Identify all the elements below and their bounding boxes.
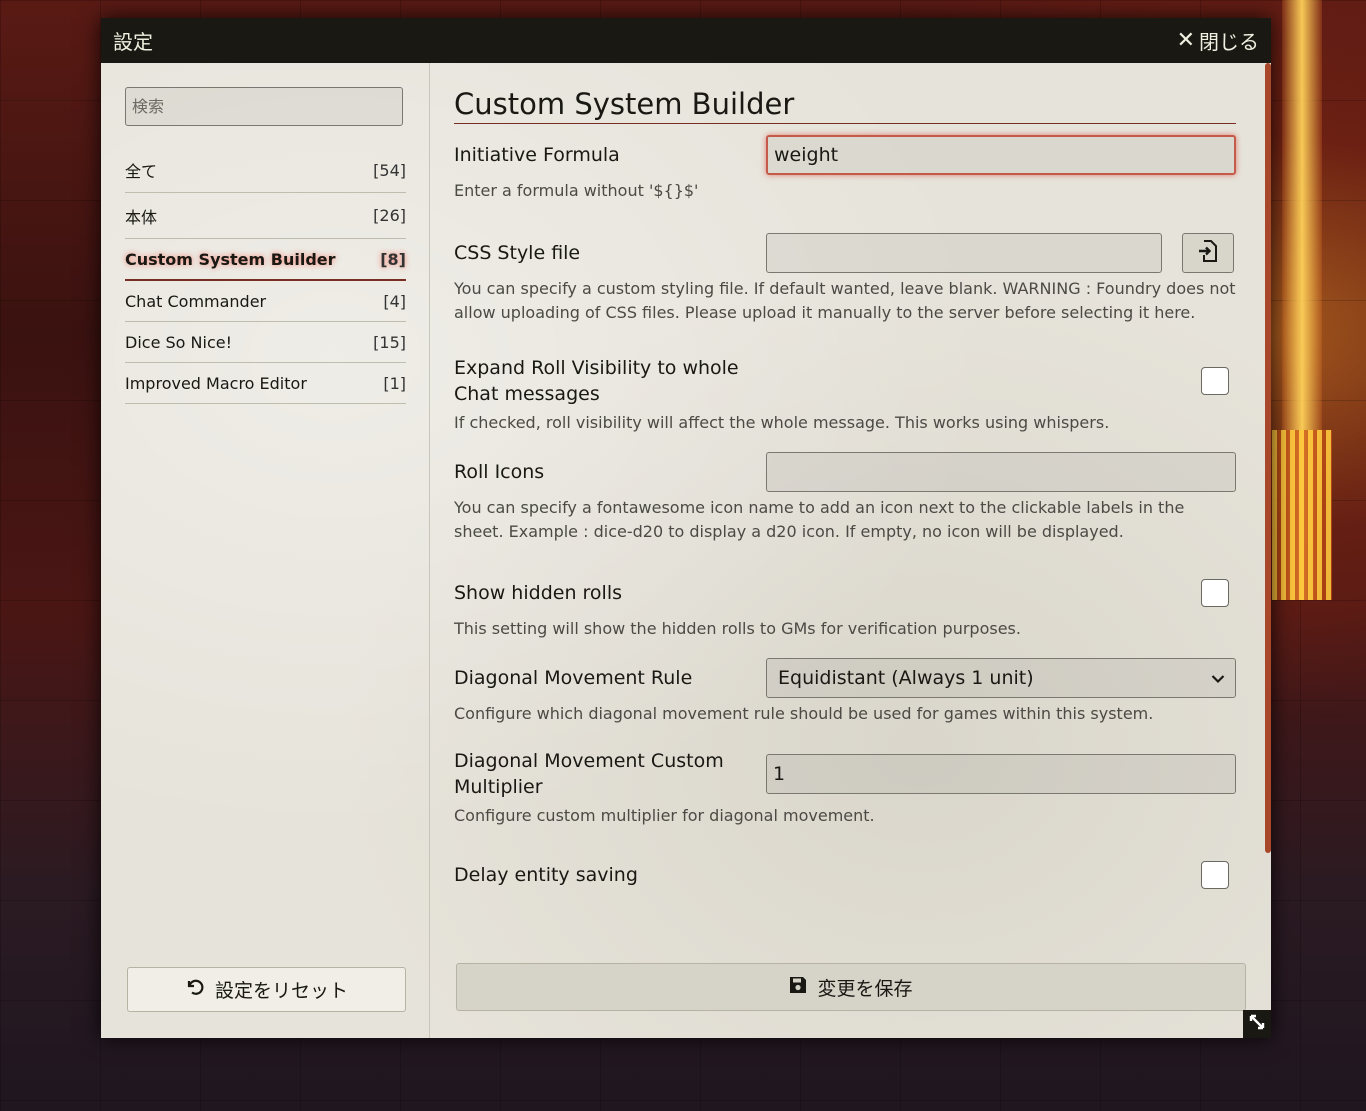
settings-panel: Custom System Builder Initiative Formula… <box>430 63 1271 1038</box>
css-file-input[interactable] <box>766 233 1162 273</box>
resize-handle[interactable] <box>1243 1010 1271 1038</box>
setting-hidden-rolls: Show hidden rolls <box>454 579 1236 607</box>
section-title: Custom System Builder <box>454 87 1236 124</box>
category-count: [4] <box>383 291 406 311</box>
category-chat-commander[interactable]: Chat Commander [4] <box>125 281 406 322</box>
category-label: Dice So Nice! <box>125 332 232 352</box>
setting-hint: Enter a formula without '${}$' <box>454 181 699 200</box>
reset-settings-button[interactable]: 設定をリセット <box>127 967 406 1012</box>
diagonal-rule-select[interactable]: Equidistant (Always 1 unit) <box>766 658 1236 698</box>
category-list: 全て [54] 本体 [26] Custom System Builder [8… <box>125 148 406 404</box>
category-dice-so-nice[interactable]: Dice So Nice! [15] <box>125 322 406 363</box>
file-import-icon <box>1198 240 1218 266</box>
setting-label: Diagonal Movement Custom Multiplier <box>454 750 724 798</box>
setting-label: Roll Icons <box>454 461 545 483</box>
initiative-formula-input[interactable] <box>766 135 1236 175</box>
settings-window: 設定 ✕ 閉じる 全て [54] 本体 [26] Custom System B… <box>101 18 1271 1038</box>
diagonal-multiplier-input[interactable] <box>766 754 1236 794</box>
setting-label: Diagonal Movement Rule <box>454 667 693 689</box>
chevron-down-icon <box>1211 667 1225 689</box>
setting-label: Expand Roll Visibility to whole Chat mes… <box>454 357 739 405</box>
hidden-rolls-checkbox[interactable] <box>1201 579 1229 607</box>
setting-hint: You can specify a fontawesome icon name … <box>454 498 1185 541</box>
setting-hint: Configure custom multiplier for diagonal… <box>454 806 875 825</box>
roll-icons-input[interactable] <box>766 452 1236 492</box>
category-all[interactable]: 全て [54] <box>125 148 406 193</box>
sidebar: 全て [54] 本体 [26] Custom System Builder [8… <box>101 63 430 1038</box>
reset-label: 設定をリセット <box>214 980 348 1002</box>
background-lava-glow <box>1272 430 1332 600</box>
setting-expand-roll: Expand Roll Visibility to whole Chat mes… <box>454 355 1236 407</box>
window-titlebar[interactable]: 設定 ✕ 閉じる <box>101 18 1271 63</box>
select-value: Equidistant (Always 1 unit) <box>778 667 1034 689</box>
setting-label: Show hidden rolls <box>454 582 622 604</box>
setting-label: CSS Style file <box>454 242 581 264</box>
category-label: 本体 <box>125 207 158 227</box>
save-changes-button[interactable]: 変更を保存 <box>456 963 1246 1011</box>
setting-hint: This setting will show the hidden rolls … <box>454 619 1021 638</box>
window-title: 設定 <box>113 30 153 54</box>
setting-label: Delay entity saving <box>454 864 638 886</box>
setting-css: CSS Style file <box>454 233 1236 273</box>
window-content: 全て [54] 本体 [26] Custom System Builder [8… <box>101 63 1271 1038</box>
file-picker-button[interactable] <box>1182 233 1234 273</box>
category-count: [8] <box>380 249 406 269</box>
setting-diagonal-rule: Diagonal Movement Rule Equidistant (Alwa… <box>454 658 1236 698</box>
category-label: 全て <box>125 162 158 181</box>
undo-icon <box>185 977 205 1002</box>
setting-hint: If checked, roll visibility will affect … <box>454 413 1110 432</box>
category-count: [54] <box>373 160 406 180</box>
category-label: Improved Macro Editor <box>125 373 307 393</box>
setting-delay-saving: Delay entity saving <box>454 860 1236 890</box>
save-label: 変更を保存 <box>817 977 913 1000</box>
setting-diagonal-multiplier: Diagonal Movement Custom Multiplier <box>454 748 1236 800</box>
floppy-disk-icon <box>789 976 807 999</box>
category-custom-system-builder[interactable]: Custom System Builder [8] <box>125 239 406 281</box>
category-label: Custom System Builder <box>125 249 336 269</box>
setting-hint: You can specify a custom styling file. I… <box>454 279 1236 322</box>
close-label: 閉じる <box>1199 30 1259 54</box>
setting-label: Initiative Formula <box>454 144 620 166</box>
delay-saving-checkbox[interactable] <box>1201 861 1229 889</box>
setting-roll-icons: Roll Icons <box>454 452 1236 492</box>
category-improved-macro-editor[interactable]: Improved Macro Editor [1] <box>125 363 406 404</box>
scrollbar[interactable] <box>1265 63 1271 853</box>
category-label: Chat Commander <box>125 291 267 311</box>
category-count: [15] <box>373 332 406 352</box>
setting-initiative: Initiative Formula <box>454 135 1236 175</box>
category-count: [26] <box>373 206 406 225</box>
resize-icon <box>1249 1014 1265 1034</box>
category-core[interactable]: 本体 [26] <box>125 193 406 239</box>
category-count: [1] <box>383 373 406 393</box>
expand-roll-checkbox[interactable] <box>1201 367 1229 395</box>
search-input[interactable] <box>125 87 403 126</box>
close-button[interactable]: ✕ 閉じる <box>1177 26 1259 55</box>
setting-hint: Configure which diagonal movement rule s… <box>454 704 1154 723</box>
close-icon: ✕ <box>1176 28 1195 53</box>
